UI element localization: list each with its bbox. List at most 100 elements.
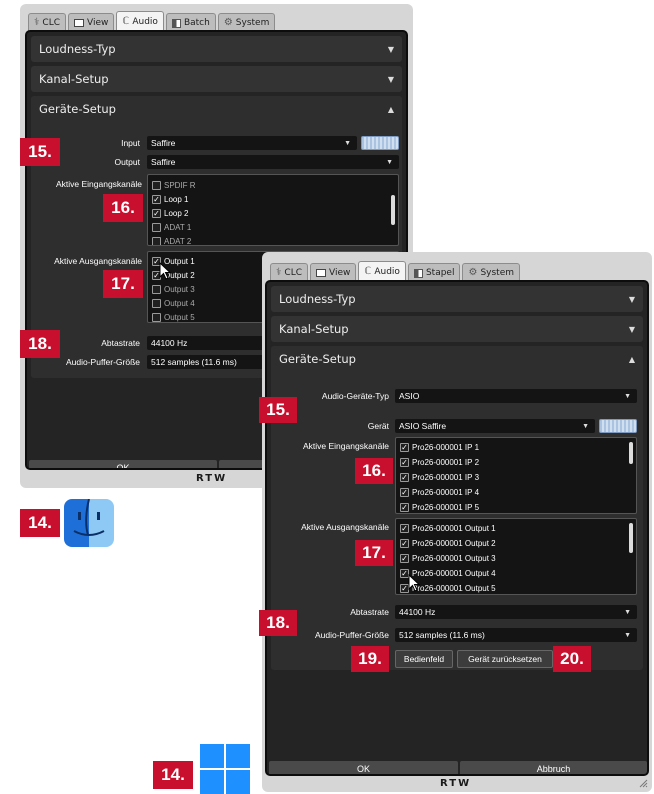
clc-icon: ⚕ [34, 17, 40, 28]
win-callout-16: 16. [355, 458, 393, 484]
mac-section-channel[interactable]: Kanal-Setup ▼ [31, 66, 402, 92]
checkbox[interactable]: ✓ [400, 538, 409, 548]
win-device-label: Gerät [367, 421, 389, 431]
chevron-up-icon: ▲ [387, 104, 394, 114]
mac-section-device[interactable]: Geräte-Setup ▲ [31, 96, 402, 122]
list-item[interactable]: ✓ Pro26-000001 IP 1 [400, 441, 479, 453]
list-item[interactable]: ✓ Pro26-000001 IP 4 [400, 486, 479, 498]
chevron-down-icon: ▼ [386, 158, 393, 166]
win-device-meter-button[interactable] [599, 419, 637, 433]
mac-input-select[interactable]: Saffire ▼ [147, 136, 357, 150]
list-item[interactable]: ✓ Pro26-000001 IP 5 [400, 501, 479, 513]
windows-logo-icon [200, 744, 250, 794]
finder-icon [64, 499, 114, 547]
checkbox[interactable] [152, 312, 161, 322]
mac-input-label: Input [121, 138, 140, 148]
checkbox[interactable]: ✓ [400, 472, 409, 482]
win-buffer-label: Audio-Puffer-Größe [314, 630, 389, 640]
list-item[interactable]: ✓ Loop 1 [152, 193, 188, 205]
mac-buffer-label: Audio-Puffer-Größe [65, 357, 140, 367]
list-item[interactable]: Output 3 [152, 283, 195, 295]
checkbox[interactable] [152, 236, 161, 245]
windows-logo-pane [200, 744, 224, 768]
list-item[interactable]: Output 4 [152, 297, 195, 309]
win-input-channels-label: Aktive Eingangskanäle [302, 441, 389, 451]
win-samplerate-label: Abtastrate [350, 607, 389, 617]
list-item[interactable]: ✓ Pro26-000001 Output 1 [400, 522, 496, 534]
win-section-device[interactable]: Geräte-Setup ▲ [271, 346, 643, 372]
list-item[interactable]: Output 5 [152, 311, 195, 322]
win-ok-button[interactable]: OK [269, 761, 458, 774]
mac-input-meter-button[interactable] [361, 136, 399, 150]
checkbox[interactable]: ✓ [400, 457, 409, 467]
checkbox[interactable]: ✓ [400, 442, 409, 452]
mac-tab-bar: ⚕ CLC View ℂ Audio Batch ⚙ System [20, 4, 413, 32]
mac-rtw-logo: RTW [196, 473, 228, 484]
list-item[interactable]: ADAT 1 [152, 221, 191, 233]
win-tab-bar: ⚕ CLC View ℂ Audio Stapel ⚙ System [262, 252, 652, 282]
mac-output-select[interactable]: Saffire ▼ [147, 155, 399, 169]
win-rtw-logo: RTW [440, 778, 472, 789]
win-section-loudness[interactable]: Loudness-Typ ▼ [271, 286, 643, 312]
list-item[interactable]: ✓ Pro26-000001 Output 2 [400, 537, 496, 549]
resize-grip-icon [639, 779, 648, 788]
system-icon: ⚙ [468, 267, 478, 278]
list-item[interactable]: ✓ Pro26-000001 IP 3 [400, 471, 479, 483]
windows-window: ⚕ CLC View ℂ Audio Stapel ⚙ System Loudness… [262, 252, 652, 792]
chevron-down-icon: ▼ [387, 74, 394, 84]
win-section-channel[interactable]: Kanal-Setup ▼ [271, 316, 643, 342]
list-item[interactable]: ✓ Pro26-000001 Output 3 [400, 552, 496, 564]
checkbox[interactable]: ✓ [400, 502, 409, 512]
win-cancel-button[interactable]: Abbruch [460, 761, 647, 774]
checkbox[interactable] [152, 180, 161, 190]
mac-callout-14: 14. [20, 509, 60, 537]
mac-tab-audio[interactable]: ℂ Audio [116, 11, 164, 32]
win-callout-20: 20. [553, 646, 591, 672]
win-device-type-label: Audio-Geräte-Typ [321, 391, 389, 401]
mac-callout-17: 17. [103, 270, 143, 298]
mac-input-channels-list[interactable]: SPDIF R ✓ Loop 1 ✓ Loop 2 ADAT 1 ADAT 2 [147, 174, 399, 246]
win-buffer-select[interactable]: 512 samples (11.6 ms) ▼ [395, 628, 637, 642]
checkbox[interactable] [152, 284, 161, 294]
checkbox[interactable]: ✓ [400, 523, 409, 533]
mac-section-loudness[interactable]: Loudness-Typ ▼ [31, 36, 402, 62]
list-item[interactable]: ADAT 2 [152, 235, 191, 245]
scrollbar[interactable] [391, 195, 395, 225]
checkbox[interactable]: ✓ [400, 553, 409, 563]
win-output-channels-list[interactable]: ✓ Pro26-000001 Output 1 ✓ Pro26-000001 Out… [395, 518, 637, 595]
win-callout-17: 17. [355, 540, 393, 566]
win-samplerate-select[interactable]: 44100 Hz ▼ [395, 605, 637, 619]
list-item[interactable]: SPDIF R [152, 179, 196, 191]
win-control-panel-button[interactable]: Bedienfeld [395, 650, 453, 668]
mac-callout-16: 16. [103, 194, 143, 222]
chevron-down-icon: ▼ [628, 294, 635, 304]
win-reset-device-button[interactable]: Gerät zurücksetzen [457, 650, 553, 668]
view-icon [74, 19, 85, 27]
mac-ok-button[interactable]: OK [29, 460, 217, 468]
audio-icon: ℂ [122, 16, 130, 27]
chevron-up-icon: ▲ [628, 354, 635, 364]
win-device-select[interactable]: ASIO Saffire ▼ [395, 419, 595, 433]
mouse-pointer-icon [159, 262, 172, 280]
mac-samplerate-label: Abtastrate [101, 338, 140, 348]
clc-icon: ⚕ [276, 267, 282, 278]
chevron-down-icon: ▼ [624, 608, 631, 616]
win-device-type-select[interactable]: ASIO ▼ [395, 389, 637, 403]
checkbox[interactable]: ✓ [152, 208, 161, 218]
checkbox[interactable]: ✓ [400, 487, 409, 497]
checkbox[interactable] [152, 298, 161, 308]
win-callout-14: 14. [153, 761, 193, 789]
checkbox[interactable]: ✓ [152, 194, 161, 204]
scrollbar[interactable] [629, 523, 633, 553]
win-callout-18: 18. [259, 610, 297, 636]
win-input-channels-list[interactable]: ✓ Pro26-000001 IP 1 ✓ Pro26-000001 IP 2 ✓ P… [395, 437, 637, 514]
chevron-down-icon: ▼ [624, 631, 631, 639]
batch-icon [413, 268, 423, 278]
win-tab-audio[interactable]: ℂ Audio [358, 261, 406, 282]
list-item[interactable]: ✓ Pro26-000001 IP 2 [400, 456, 479, 468]
scrollbar[interactable] [629, 442, 633, 464]
chevron-down-icon: ▼ [582, 422, 589, 430]
mac-callout-15: 15. [20, 138, 60, 166]
list-item[interactable]: ✓ Loop 2 [152, 207, 188, 219]
checkbox[interactable] [152, 222, 161, 232]
